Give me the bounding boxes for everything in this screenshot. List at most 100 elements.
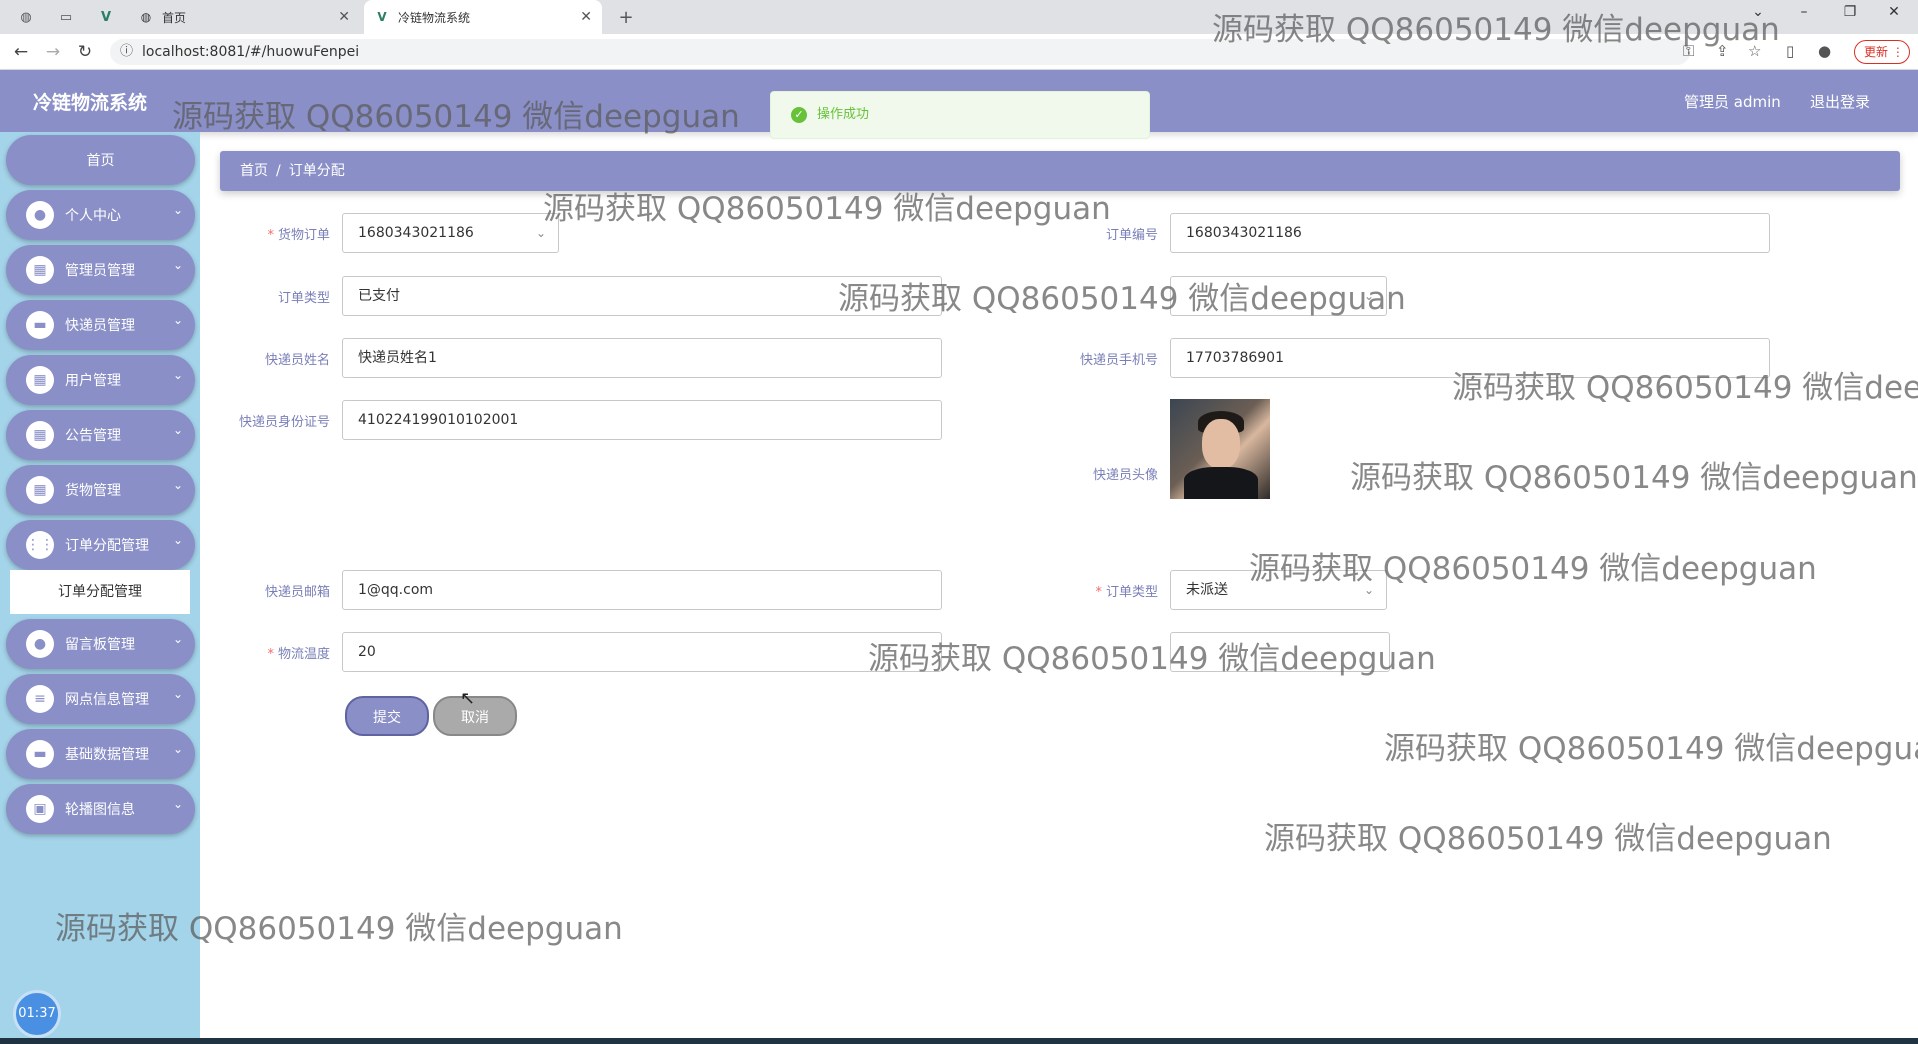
globe-icon: ◍ — [140, 10, 152, 24]
temperature-label: * 物流温度 — [267, 647, 330, 662]
breadcrumb-separator: / — [276, 163, 281, 179]
toast-message: 操作成功 — [817, 107, 870, 122]
submit-button[interactable]: 提交 — [345, 696, 429, 736]
sidebar-item-base-data[interactable]: ▬ 基础数据管理 ⌄ — [6, 729, 195, 779]
chevron-down-icon: ⌄ — [172, 687, 183, 701]
watermark: 源码获取 QQ86050149 微信deepguan — [172, 99, 740, 135]
user-icon: ● — [26, 630, 54, 658]
sidepanel-icon[interactable]: ▯ — [1786, 42, 1794, 60]
monitor-icon: ▬ — [26, 740, 54, 768]
breadcrumb-current: 订单分配 — [288, 163, 345, 179]
grid-icon: ▦ — [26, 256, 54, 284]
sidebar-item-label: 留言板管理 — [65, 637, 135, 653]
success-toast: ✓ 操作成功 — [770, 91, 1150, 139]
chevron-down-icon: ⌄ — [172, 313, 183, 327]
chevron-down-icon: ⌄ — [172, 742, 183, 756]
chevron-down-icon: ⌄ — [172, 368, 183, 382]
order-no-input[interactable]: 1680343021186 — [1170, 213, 1770, 253]
sidebar-item-label: 网点信息管理 — [65, 692, 149, 708]
sidebar-item-label: 管理员管理 — [65, 263, 135, 279]
watermark: 源码获取 QQ86050149 微信deepguan — [1384, 731, 1918, 767]
sliders-icon: ≡ — [26, 685, 54, 713]
sidebar-item-order-dispatch[interactable]: ⋮⋮ 订单分配管理 ⌄ — [6, 520, 195, 570]
profile-icon[interactable]: ● — [1818, 42, 1831, 60]
watermark: 源码获取 QQ86050149 微信deepguan — [868, 641, 1436, 677]
check-circle-icon: ✓ — [791, 107, 807, 123]
forward-icon[interactable]: → — [42, 41, 64, 63]
courier-email-input[interactable]: 1@qq.com — [342, 570, 942, 610]
window-close-icon[interactable]: ✕ — [1872, 4, 1916, 20]
chevron-down-icon: ⌄ — [172, 258, 183, 272]
apps-icon: ⋮⋮ — [26, 531, 54, 559]
watermark: 源码获取 QQ86050149 微信deepguan — [1350, 460, 1918, 496]
close-icon[interactable]: ✕ — [338, 9, 350, 25]
watermark: 源码获取 QQ86050149 微信deepguan — [1264, 821, 1832, 857]
sidebar-item-label: 货物管理 — [65, 483, 121, 499]
sidebar-item-label: 轮播图信息 — [65, 802, 135, 818]
update-button[interactable]: 更新 ⋮ — [1854, 40, 1910, 64]
user-icon: ● — [26, 201, 54, 229]
browser-tab[interactable]: ◍ 首页 ✕ — [128, 0, 360, 34]
watermark: 源码获取 QQ86050149 微信deepguan — [1249, 551, 1817, 587]
grid-icon: ▦ — [26, 421, 54, 449]
url-text: localhost:8081/#/huowuFenpei — [142, 44, 360, 60]
goods-order-select[interactable]: 1680343021186 ⌄ — [342, 213, 559, 253]
vue-icon[interactable]: V — [96, 7, 116, 27]
watermark: 源码获取 QQ86050149 微信deepguan — [55, 911, 623, 947]
order-type-label: 订单类型 — [277, 291, 330, 306]
sidebar-item-label: 快递员管理 — [65, 318, 135, 334]
sidebar-item-branches[interactable]: ≡ 网点信息管理 ⌄ — [6, 674, 195, 724]
courier-avatar-image — [1170, 399, 1270, 499]
sidebar-item-label: 个人中心 — [65, 208, 121, 224]
sidebar-item-label: 基础数据管理 — [65, 747, 149, 763]
vue-icon: V — [377, 10, 387, 24]
watermark: 源码获取 QQ86050149 微信deepguan — [543, 191, 1111, 227]
sidebar-item-carousel[interactable]: ▣ 轮播图信息 ⌄ — [6, 784, 195, 834]
current-user: 管理员 admin — [1684, 93, 1781, 111]
chevron-down-icon: ⌄ — [172, 203, 183, 217]
globe-icon[interactable]: ◍ — [16, 7, 36, 27]
watermark: 源码获取 QQ86050149 微信deepguan — [838, 281, 1406, 317]
chevron-down-icon: ⌄ — [172, 478, 183, 492]
minimize-icon[interactable]: – — [1782, 4, 1826, 20]
restore-icon[interactable]: ❐ — [1828, 4, 1872, 20]
courier-name-input[interactable]: 快递员姓名1 — [342, 338, 942, 378]
temperature-input[interactable]: 20 — [342, 632, 942, 672]
courier-name-label: 快递员姓名 — [264, 353, 330, 368]
sidebar-item-label: 公告管理 — [65, 428, 121, 444]
breadcrumb-home[interactable]: 首页 — [240, 163, 268, 179]
sidebar-item-label: 首页 — [86, 153, 115, 169]
sidebar-item-home[interactable]: 首页 — [6, 135, 195, 185]
dispatch-type-label: * 订单类型 — [1095, 585, 1158, 600]
blank-page-icon[interactable]: ▭ — [56, 7, 76, 27]
goods-order-label: * 货物订单 — [267, 228, 330, 243]
monitor-icon: ▬ — [26, 311, 54, 339]
chevron-down-icon: ⌄ — [172, 797, 183, 811]
sidebar-item-goods[interactable]: ▦ 货物管理 ⌄ — [6, 465, 195, 515]
chevron-down-icon: ⌄ — [172, 533, 183, 547]
courier-id-label: 快递员身份证号 — [238, 415, 330, 430]
app-title: 冷链物流系统 — [33, 92, 148, 114]
courier-phone-label: 快递员手机号 — [1079, 353, 1158, 368]
watermark: 源码获取 QQ86050149 微信deepguan — [1212, 12, 1780, 48]
sidebar-item-couriers[interactable]: ▬ 快递员管理 ⌄ — [6, 300, 195, 350]
grid-icon: ▦ — [26, 366, 54, 394]
taskbar-strip — [0, 1038, 1918, 1044]
recording-timer: 01:37 — [13, 990, 61, 1038]
mouse-cursor-icon: ↖ — [460, 688, 476, 709]
watermark: 源码获取 QQ86050149 微信deepguan — [1452, 370, 1918, 406]
briefcase-icon: ▣ — [26, 795, 54, 823]
courier-id-input[interactable]: 410224199010102001 — [342, 400, 942, 440]
browser-tab-active[interactable]: V 冷链物流系统 ✕ — [364, 0, 602, 34]
back-icon[interactable]: ← — [10, 41, 32, 63]
new-tab-icon[interactable]: + — [616, 7, 636, 28]
reload-icon[interactable]: ↻ — [74, 41, 96, 63]
grid-icon: ▦ — [26, 476, 54, 504]
courier-email-label: 快递员邮箱 — [264, 585, 330, 600]
tab-label: 冷链物流系统 — [398, 10, 471, 25]
logout-link[interactable]: 退出登录 — [1810, 91, 1870, 112]
tab-label: 首页 — [162, 10, 187, 25]
courier-avatar-label: 快递员头像 — [1092, 468, 1158, 483]
close-icon[interactable]: ✕ — [580, 9, 592, 25]
sidebar-item-label: 用户管理 — [65, 373, 121, 389]
